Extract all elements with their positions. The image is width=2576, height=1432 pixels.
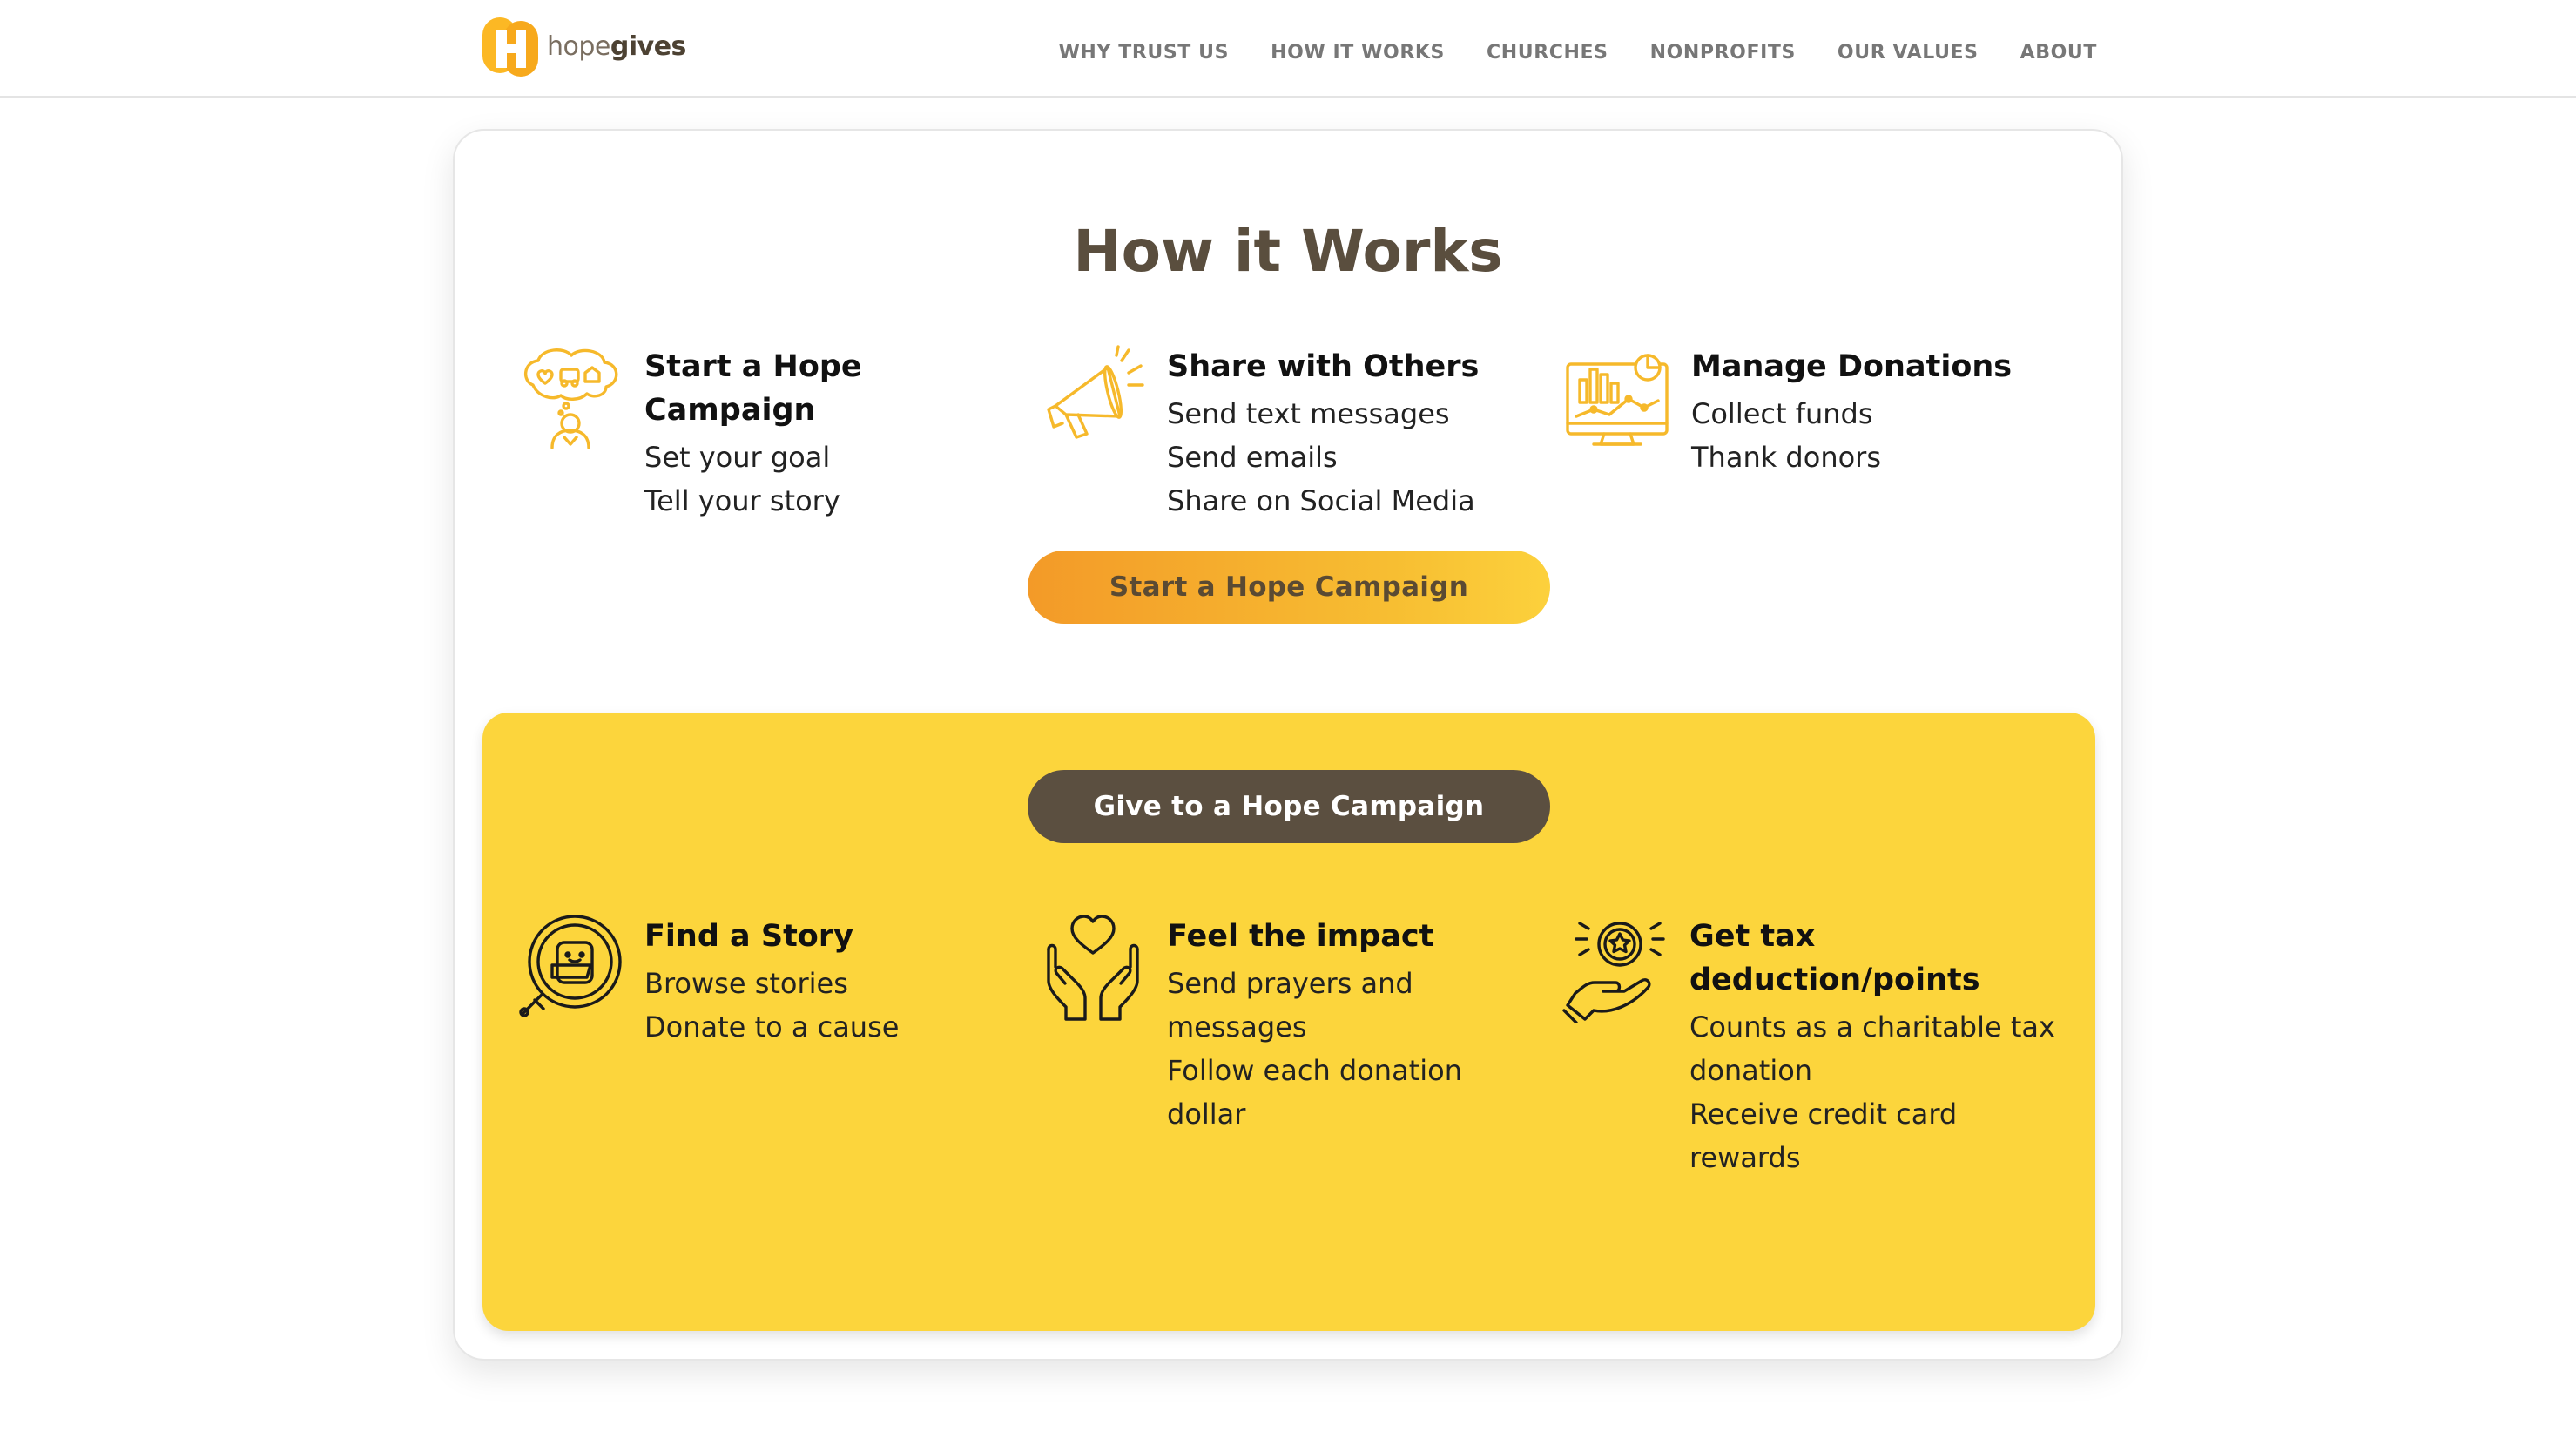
- feature-text: Find a Story Browse stories Donate to a …: [644, 913, 899, 1049]
- feature-line: Send emails: [1167, 441, 1338, 474]
- feature-find-story: Find a Story Browse stories Donate to a …: [516, 913, 1021, 1049]
- feature-line: Collect funds: [1691, 397, 1873, 430]
- brand-name-part2: gives: [610, 31, 687, 62]
- hands-heart-icon: [1047, 915, 1139, 1021]
- feature-tax-deduction: Get tax deduction/points Counts as a cha…: [1561, 913, 2066, 1179]
- feature-line: Tell your story: [644, 484, 840, 517]
- feature-manage-donations: Manage Donations Collect funds Thank don…: [1562, 343, 2067, 479]
- magnify-story-icon: [519, 915, 622, 1017]
- feature-text: Get tax deduction/points Counts as a cha…: [1689, 913, 2066, 1179]
- feature-heading: Find a Story: [644, 919, 853, 954]
- feature-heading: Feel the impact: [1167, 919, 1434, 954]
- feature-heading: Share with Others: [1167, 349, 1480, 384]
- brand-name-part1: hope: [547, 31, 610, 62]
- main-nav: WHY TRUST US HOW IT WORKS CHURCHES NONPR…: [1059, 42, 2097, 64]
- feature-line: Donate to a cause: [644, 1010, 900, 1044]
- nav-our-values[interactable]: OUR VALUES: [1838, 42, 1979, 64]
- give-campaign-button[interactable]: Give to a Hope Campaign: [1028, 770, 1550, 843]
- feature-line: Send text messages: [1167, 397, 1450, 430]
- feature-text: Feel the impact Send prayers and message…: [1167, 913, 1543, 1136]
- feature-text: Share with Others Send text messages Sen…: [1167, 343, 1479, 523]
- feature-heading: Manage Donations: [1691, 349, 2013, 384]
- feature-start-campaign: Start a Hope Campaign Set your goal Tell…: [516, 343, 1021, 523]
- feature-feel-impact: Feel the impact Send prayers and message…: [1038, 913, 1543, 1136]
- feature-heading: Get tax deduction/points: [1689, 919, 1980, 997]
- nav-about[interactable]: ABOUT: [2020, 42, 2097, 64]
- brand-name: hopegives: [547, 34, 686, 60]
- how-it-works-card: How it Works Start a Hope Campaign Set y…: [453, 129, 2123, 1361]
- feature-share: Share with Others Send text messages Sen…: [1038, 343, 1543, 523]
- feature-line: Counts as a charitable tax donation: [1689, 1010, 2055, 1087]
- feature-heading: Start a Hope Campaign: [644, 349, 862, 428]
- nav-why-trust-us[interactable]: WHY TRUST US: [1059, 42, 1230, 64]
- nav-churches[interactable]: CHURCHES: [1487, 42, 1608, 64]
- feature-line: Follow each donation dollar: [1167, 1054, 1462, 1131]
- feature-text: Manage Donations Collect funds Thank don…: [1691, 343, 2012, 479]
- feature-line: Set your goal: [644, 441, 831, 474]
- nav-how-it-works[interactable]: HOW IT WORKS: [1271, 42, 1445, 64]
- nav-nonprofits[interactable]: NONPROFITS: [1650, 42, 1796, 64]
- hopegives-logo-icon: [482, 17, 538, 77]
- feature-line: Share on Social Media: [1167, 484, 1475, 517]
- analytics-monitor-icon: [1566, 354, 1669, 446]
- feature-line: Receive credit card rewards: [1689, 1098, 1958, 1174]
- feature-line: Thank donors: [1691, 441, 1881, 474]
- hand-reward-icon: [1562, 922, 1665, 1023]
- megaphone-icon: [1047, 345, 1144, 439]
- feature-line: Send prayers and messages: [1167, 967, 1413, 1044]
- how-it-works-title: How it Works: [1073, 218, 1503, 285]
- campaign-thought-icon: [524, 348, 618, 449]
- site-header: hopegives WHY TRUST US HOW IT WORKS CHUR…: [0, 0, 2576, 98]
- feature-text: Start a Hope Campaign Set your goal Tell…: [644, 343, 1021, 523]
- feature-line: Browse stories: [644, 967, 848, 1000]
- brand-logo[interactable]: hopegives: [481, 12, 686, 82]
- start-campaign-button[interactable]: Start a Hope Campaign: [1028, 551, 1550, 624]
